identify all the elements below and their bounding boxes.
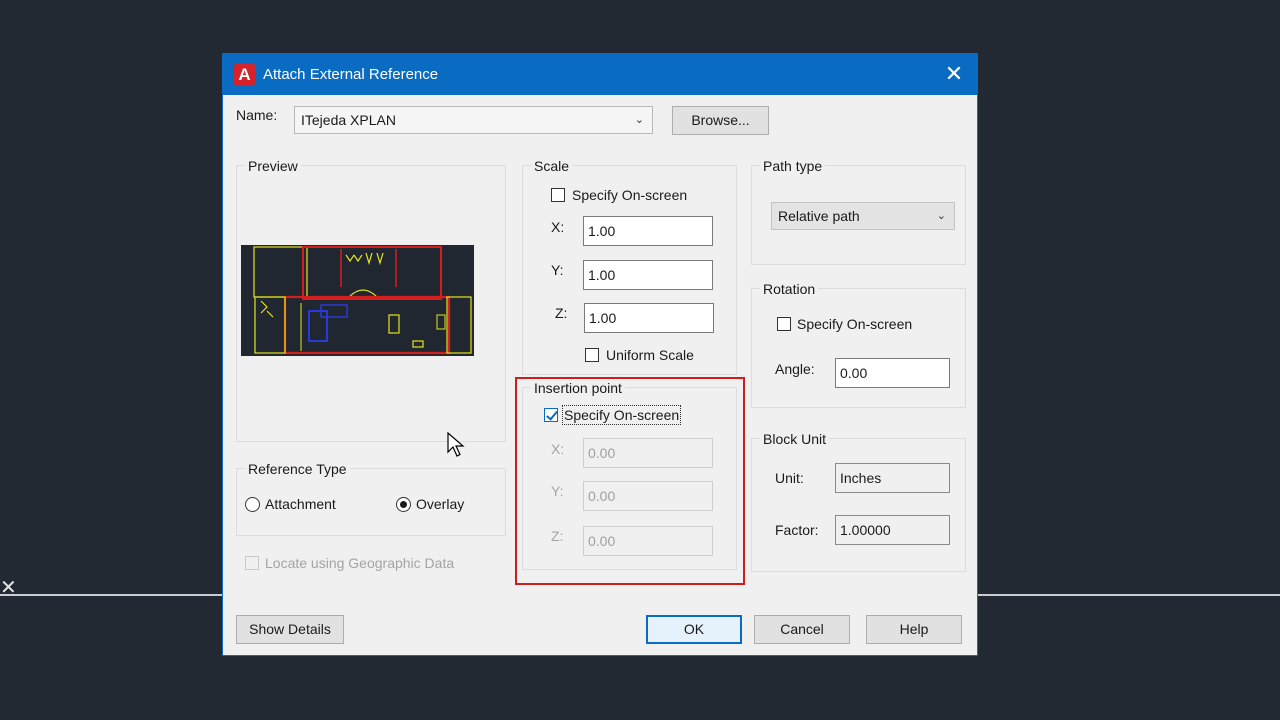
scale-y-input[interactable]: 1.00: [583, 260, 713, 290]
angle-input[interactable]: 0.00: [835, 358, 950, 388]
uniform-scale-label[interactable]: Uniform Scale: [606, 347, 694, 363]
factor-value: 1.00000: [835, 515, 950, 545]
preview-title: Preview: [245, 158, 301, 174]
name-value: ITejeda XPLAN: [301, 112, 396, 128]
path-type-title: Path type: [760, 158, 826, 174]
overlay-radio[interactable]: [396, 497, 411, 512]
uniform-scale-checkbox[interactable]: [585, 348, 599, 362]
attachment-label[interactable]: Attachment: [265, 496, 336, 512]
path-type-value: Relative path: [778, 208, 860, 224]
attach-xref-dialog: A Attach External Reference ✕ Name: ITej…: [222, 53, 978, 656]
show-details-button[interactable]: Show Details: [236, 615, 344, 644]
geographic-data-checkbox[interactable]: [245, 556, 259, 570]
title-bar[interactable]: A Attach External Reference ✕: [223, 54, 977, 95]
rotation-title: Rotation: [760, 281, 819, 297]
angle-label: Angle:: [775, 361, 815, 377]
name-combo[interactable]: ITejeda XPLAN ⌄: [294, 106, 653, 134]
scale-x-input[interactable]: 1.00: [583, 216, 713, 246]
help-button[interactable]: Help: [866, 615, 962, 644]
browse-button[interactable]: Browse...: [672, 106, 769, 135]
attachment-radio[interactable]: [245, 497, 260, 512]
overlay-label[interactable]: Overlay: [416, 496, 464, 512]
scale-x-label: X:: [551, 219, 565, 235]
unit-label: Unit:: [775, 470, 804, 486]
cancel-button[interactable]: Cancel: [754, 615, 850, 644]
xref-preview-image: [241, 245, 474, 356]
unit-value: Inches: [835, 463, 950, 493]
insertion-highlight-box: [515, 377, 745, 585]
close-icon[interactable]: ✕: [941, 60, 967, 88]
ucs-cross-icon: ✕: [0, 575, 17, 599]
rotation-group: [751, 288, 966, 408]
dialog-title: Attach External Reference: [263, 66, 439, 83]
geographic-data-label: Locate using Geographic Data: [265, 555, 455, 571]
scale-specify-label[interactable]: Specify On-screen: [572, 187, 687, 203]
chevron-down-icon: ⌄: [634, 114, 644, 126]
block-unit-title: Block Unit: [760, 431, 830, 447]
autocad-logo-icon: A: [234, 64, 255, 85]
scale-z-input[interactable]: 1.00: [584, 303, 714, 333]
reference-type-title: Reference Type: [245, 461, 350, 477]
rotation-specify-checkbox[interactable]: [777, 317, 791, 331]
path-type-combo[interactable]: Relative path ⌄: [771, 202, 955, 230]
scale-title: Scale: [531, 158, 573, 174]
factor-label: Factor:: [775, 522, 819, 538]
scale-specify-checkbox[interactable]: [551, 188, 565, 202]
block-unit-group: [751, 438, 966, 572]
scale-z-label: Z:: [555, 305, 568, 321]
scale-y-label: Y:: [551, 262, 564, 278]
mouse-pointer-icon: [447, 431, 465, 461]
ok-button[interactable]: OK: [646, 615, 742, 644]
rotation-specify-label[interactable]: Specify On-screen: [797, 316, 912, 332]
chevron-down-icon: ⌄: [936, 210, 946, 222]
name-label: Name:: [236, 107, 278, 123]
